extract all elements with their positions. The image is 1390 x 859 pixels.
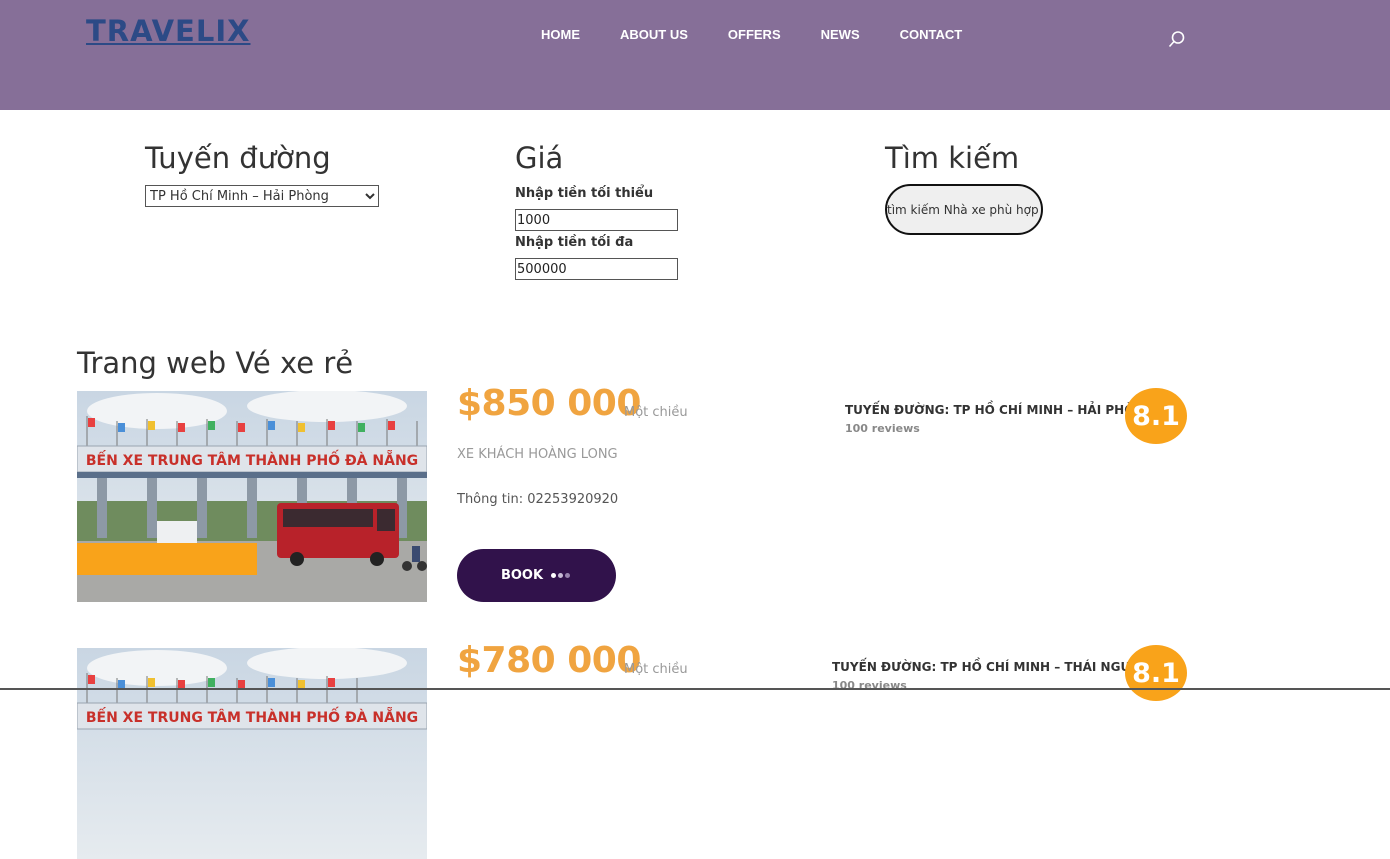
trip-type: Một chiều <box>624 662 688 677</box>
book-button[interactable]: BOOK <box>457 549 616 602</box>
bus-station-photo: BẾN XE TRUNG TÂM THÀNH PHỐ ĐÀ NẴNG <box>77 648 427 859</box>
rating-badge: 8.1 <box>1125 388 1187 444</box>
result-price: $780 000 <box>457 640 641 681</box>
bus-station-photo: BẾN XE TRUNG TÂM THÀNH PHỐ ĐÀ NẴNG <box>77 391 427 602</box>
nav-home[interactable]: HOME <box>541 27 580 42</box>
route-title: Tuyến đường <box>145 141 331 175</box>
reviews-count: 100 reviews <box>832 679 907 692</box>
nav-contact[interactable]: CONTACT <box>900 27 963 42</box>
logo-link[interactable]: TRAVELIX <box>86 14 250 48</box>
reviews-count: 100 reviews <box>845 422 920 435</box>
search-icon[interactable] <box>1168 30 1186 48</box>
rating-badge: 8.1 <box>1125 645 1187 701</box>
trip-type: Một chiều <box>624 405 688 420</box>
bus-company: Xe khách Hoàng Long <box>457 447 618 462</box>
price-title: Giá <box>515 141 564 175</box>
route-name: Tuyến đường: TP Hồ Chí Minh – Hải Phòng <box>845 403 1155 417</box>
book-label: BOOK <box>500 568 544 583</box>
main-nav: HOME ABOUT US OFFERS NEWS CONTACT <box>541 27 1002 42</box>
route-select[interactable]: TP Hồ Chí Minh – Hải Phòng <box>145 185 379 207</box>
dots-icon <box>551 573 572 578</box>
max-price-label: Nhập tiền tối đa <box>515 235 634 250</box>
section-title: Trang web Vé xe rẻ <box>77 346 354 380</box>
min-price-input[interactable] <box>515 209 678 231</box>
result-price: $850 000 <box>457 383 641 424</box>
search-button[interactable]: tìm kiếm Nhà xe phù hợp <box>885 184 1043 235</box>
route-name: Tuyến đường: TP Hồ Chí Minh – Thái Nguyê… <box>832 660 1158 674</box>
search-title: Tìm kiếm <box>885 141 1020 175</box>
max-price-input[interactable] <box>515 258 678 280</box>
contact-info: Thông tin: 02253920920 <box>457 492 619 507</box>
nav-offers[interactable]: OFFERS <box>728 27 781 42</box>
nav-about-us[interactable]: ABOUT US <box>620 27 688 42</box>
nav-news[interactable]: NEWS <box>821 27 860 42</box>
photo-overlay-bar <box>77 543 257 575</box>
min-price-label: Nhập tiền tối thiểu <box>515 186 654 201</box>
